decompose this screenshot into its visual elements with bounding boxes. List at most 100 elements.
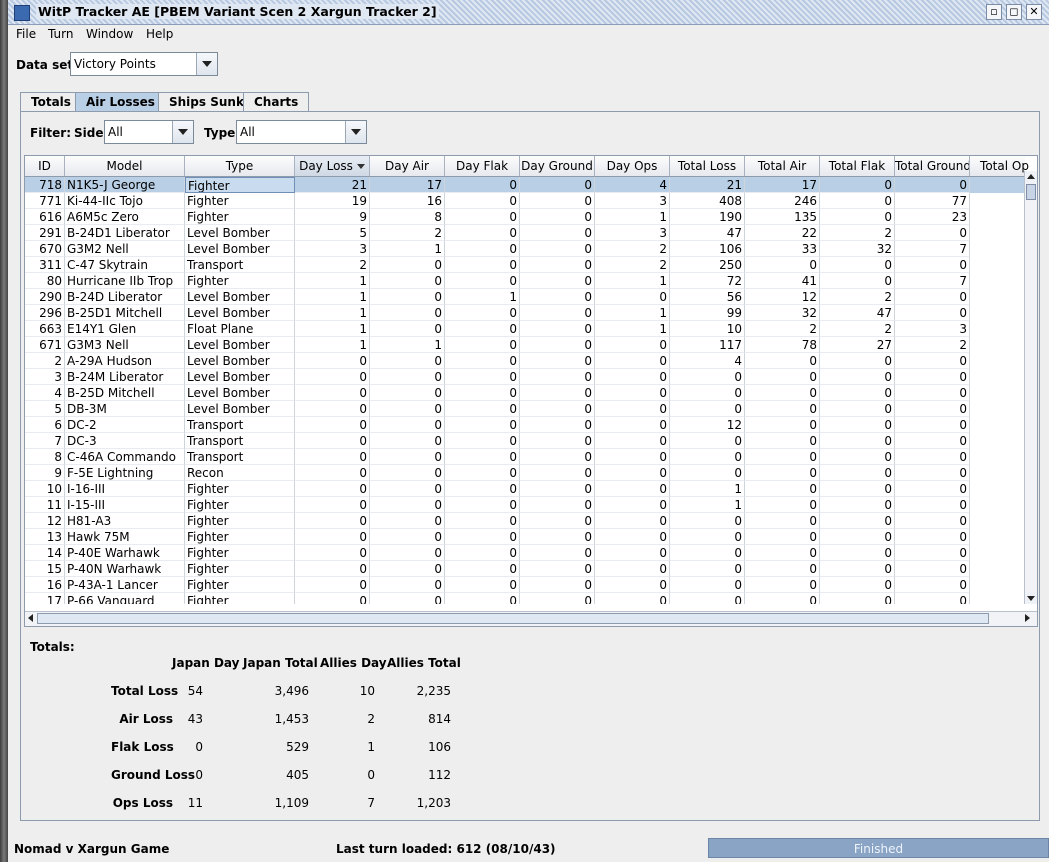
table-cell[interactable]: 0 [595,465,670,481]
table-cell[interactable]: 80 [25,273,65,289]
table-cell[interactable]: 0 [820,433,895,449]
table-cell[interactable]: Transport [185,417,295,433]
table-cell[interactable]: 1 [370,337,445,353]
table-cell[interactable]: 0 [670,369,745,385]
table-row[interactable]: 670 G3M2 Nell Level Bomber 3 1 0 0 2 106 33 32 7 [25,241,1025,257]
table-cell[interactable]: 0 [745,513,820,529]
table-cell[interactable]: 0 [370,289,445,305]
table-cell[interactable]: 0 [595,577,670,593]
table-cell[interactable]: Fighter [185,481,295,497]
table-cell[interactable]: 14 [25,545,65,561]
table-cell[interactable]: 0 [370,257,445,273]
table-cell[interactable]: 7 [25,433,65,449]
table-cell[interactable]: 0 [820,193,895,209]
table-cell[interactable]: 0 [670,593,745,604]
table-cell[interactable]: 0 [820,481,895,497]
table-cell[interactable]: 0 [520,593,595,604]
table-cell[interactable]: 0 [370,369,445,385]
table-cell[interactable]: 0 [445,257,520,273]
table-cell[interactable]: 0 [370,273,445,289]
table-cell[interactable]: Hawk 75M [65,529,185,545]
table-cell[interactable]: 0 [820,465,895,481]
table-cell[interactable]: 0 [295,433,370,449]
table-cell[interactable]: 0 [745,417,820,433]
table-cell[interactable]: 0 [370,433,445,449]
table-cell[interactable]: 0 [370,577,445,593]
column-header-total-loss[interactable]: Total Loss [670,156,745,176]
table-cell[interactable]: G3M2 Nell [65,241,185,257]
column-header-day-loss[interactable]: Day Loss [295,156,370,176]
table-cell[interactable]: 0 [895,593,970,604]
table-cell[interactable]: 0 [370,385,445,401]
title-bar[interactable]: WitP Tracker AE [PBEM Variant Scen 2 Xar… [8,0,1049,25]
table-cell[interactable]: 0 [595,417,670,433]
table-cell[interactable]: Transport [185,433,295,449]
table-row[interactable]: 15 P-40N Warhawk Fighter 0 0 0 0 0 0 0 0 0 [25,561,1025,577]
table-cell[interactable]: 0 [670,545,745,561]
table-cell[interactable]: 106 [670,241,745,257]
table-cell[interactable]: Fighter [185,193,295,209]
table-cell[interactable]: 0 [895,417,970,433]
table-cell[interactable]: 0 [295,513,370,529]
table-cell[interactable]: 0 [445,401,520,417]
table-cell[interactable]: 0 [745,481,820,497]
table-cell[interactable]: 1 [595,305,670,321]
table-cell[interactable]: Fighter [185,209,295,225]
table-row[interactable]: 311 C-47 Skytrain Transport 2 0 0 0 2 250 0 0 0 [25,257,1025,273]
table-cell[interactable]: 3 [595,193,670,209]
table-cell[interactable]: 0 [895,305,970,321]
table-cell[interactable]: 0 [445,241,520,257]
table-cell[interactable]: 1 [295,321,370,337]
table-cell[interactable]: C-46A Commando [65,449,185,465]
table-cell[interactable]: 0 [295,417,370,433]
table-cell[interactable]: 0 [370,321,445,337]
table-cell[interactable]: P-40N Warhawk [65,561,185,577]
table-cell[interactable]: 296 [25,305,65,321]
scroll-down-icon[interactable] [1025,592,1037,604]
table-cell[interactable]: 9 [295,209,370,225]
table-cell[interactable]: Float Plane [185,321,295,337]
table-cell[interactable]: 2 [745,321,820,337]
column-header-total-air[interactable]: Total Air [745,156,820,176]
table-cell[interactable]: Level Bomber [185,385,295,401]
table-cell[interactable]: 0 [370,513,445,529]
table-row[interactable]: 16 P-43A-1 Lancer Fighter 0 0 0 0 0 0 0 0 0 [25,577,1025,593]
column-header-day-ops[interactable]: Day Ops [595,156,670,176]
table-cell[interactable]: 0 [595,497,670,513]
table-cell[interactable]: 7 [895,241,970,257]
table-cell[interactable]: 0 [520,577,595,593]
scroll-left-icon[interactable] [28,614,33,622]
table-row[interactable]: 14 P-40E Warhawk Fighter 0 0 0 0 0 0 0 0 0 [25,545,1025,561]
table-cell[interactable]: 0 [820,513,895,529]
table-cell[interactable]: 0 [520,529,595,545]
table-cell[interactable]: 3 [895,321,970,337]
column-header-day-ground[interactable]: Day Ground [520,156,595,176]
table-cell[interactable]: Fighter [185,577,295,593]
table-cell[interactable]: Level Bomber [185,369,295,385]
table-cell[interactable]: 0 [895,561,970,577]
table-cell[interactable]: 0 [445,593,520,604]
table-cell[interactable]: 0 [745,497,820,513]
table-row[interactable]: 17 P-66 Vanguard Fighter 0 0 0 0 0 0 0 0 0 [25,593,1025,604]
table-cell[interactable]: 2 [370,225,445,241]
table-cell[interactable]: 0 [520,273,595,289]
type-select[interactable]: All [236,120,367,144]
table-cell[interactable]: 0 [595,369,670,385]
table-cell[interactable]: 0 [370,545,445,561]
table-row[interactable]: 12 H81-A3 Fighter 0 0 0 0 0 0 0 0 0 [25,513,1025,529]
table-cell[interactable]: 0 [445,193,520,209]
table-row[interactable]: 13 Hawk 75M Fighter 0 0 0 0 0 0 0 0 0 [25,529,1025,545]
table-cell[interactable]: 290 [25,289,65,305]
table-cell[interactable]: 0 [370,353,445,369]
table-cell[interactable]: 0 [445,497,520,513]
table-cell[interactable]: 77 [895,193,970,209]
table-cell[interactable]: 0 [520,401,595,417]
table-cell[interactable]: 0 [820,273,895,289]
column-header-id[interactable]: ID [25,156,65,176]
table-cell[interactable]: 0 [445,481,520,497]
table-cell[interactable]: 1 [295,305,370,321]
table-cell[interactable]: 0 [820,401,895,417]
column-header-total-ground[interactable]: Total Ground [895,156,970,176]
table-cell[interactable]: 1 [370,241,445,257]
table-cell[interactable]: 0 [820,385,895,401]
